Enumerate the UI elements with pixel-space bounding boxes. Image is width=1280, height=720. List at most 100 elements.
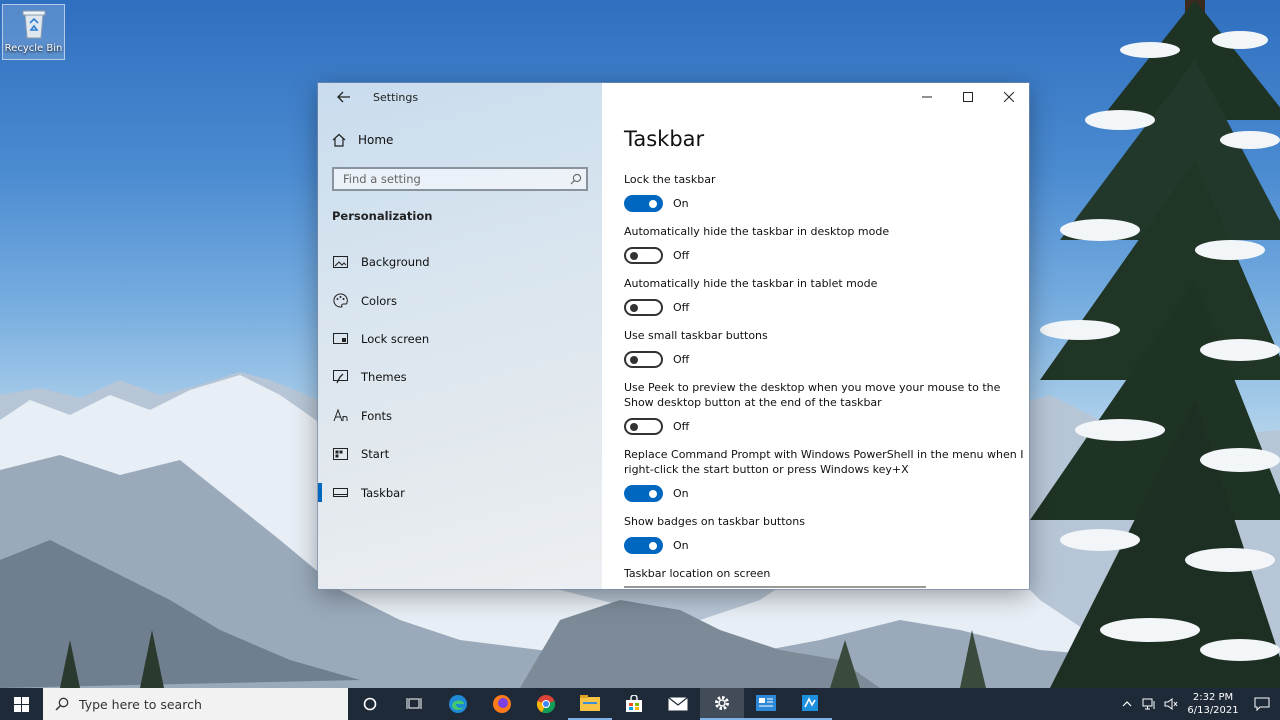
chrome-button[interactable] <box>524 688 568 720</box>
mail-button[interactable] <box>656 688 700 720</box>
back-arrow-icon <box>337 91 350 103</box>
toggle-state: On <box>673 487 689 500</box>
setting-autohide-desktop: Automatically hide the taskbar in deskto… <box>624 224 1024 264</box>
autohide-tablet-toggle[interactable] <box>624 299 663 316</box>
setting-label: Automatically hide the taskbar in deskto… <box>624 225 890 238</box>
nav-item-fonts[interactable]: Fonts <box>318 397 602 435</box>
nav-item-taskbar[interactable]: Taskbar <box>318 473 602 511</box>
file-explorer-button[interactable] <box>568 688 612 720</box>
taskbar-clock[interactable]: 2:32 PM 6/13/2021 <box>1182 691 1244 717</box>
powershell-toggle[interactable] <box>624 485 663 502</box>
firefox-button[interactable] <box>480 688 524 720</box>
toggle-state: Off <box>673 420 690 433</box>
setting-label: Show badges on taskbar buttons <box>624 515 805 528</box>
search-icon <box>566 173 586 185</box>
back-button[interactable] <box>332 87 356 107</box>
taskbar: Type here to search 2:32 PM 6/13/2021 <box>0 688 1280 720</box>
nav-item-label: Lock screen <box>361 331 430 346</box>
setting-small-buttons: Use small taskbar buttons Off <box>624 328 1024 368</box>
show-hidden-icons-button[interactable] <box>1116 688 1138 720</box>
taskbar-icon <box>332 485 348 501</box>
nav-item-label: Colors <box>361 293 398 308</box>
badges-toggle[interactable] <box>624 537 663 554</box>
recycle-bin-label: Recycle Bin <box>4 43 63 54</box>
setting-label: Taskbar location on screen <box>624 567 771 580</box>
autohide-desktop-toggle[interactable] <box>624 247 663 264</box>
chrome-icon <box>536 695 556 714</box>
toggle-state: On <box>673 197 689 210</box>
nav-home-label: Home <box>358 133 394 147</box>
page-title: Taskbar <box>624 127 705 151</box>
brush-icon <box>332 369 348 385</box>
app-button-1[interactable] <box>744 688 788 720</box>
task-view-button[interactable] <box>392 688 436 720</box>
close-button[interactable] <box>988 83 1029 111</box>
maximize-button[interactable] <box>947 83 988 111</box>
store-button[interactable] <box>612 688 656 720</box>
edge-button[interactable] <box>436 688 480 720</box>
volume-muted-icon <box>1164 698 1178 710</box>
setting-badges: Show badges on taskbar buttons On <box>624 514 1024 554</box>
network-icon <box>1142 698 1155 710</box>
recycle-bin-icon <box>22 10 45 39</box>
mail-icon <box>668 697 688 711</box>
start-button[interactable] <box>0 688 43 720</box>
nav-item-background[interactable]: Background <box>318 243 602 281</box>
network-button[interactable] <box>1138 688 1160 720</box>
home-icon <box>332 133 346 147</box>
setting-autohide-tablet: Automatically hide the taskbar in tablet… <box>624 276 1024 316</box>
notification-icon <box>1254 697 1270 711</box>
nav-item-lock-screen[interactable]: Lock screen <box>318 320 602 358</box>
nav-section-heading: Personalization <box>332 209 433 223</box>
recycle-bin[interactable]: Recycle Bin <box>2 4 65 60</box>
taskbar-search-placeholder: Type here to search <box>79 696 202 712</box>
font-icon <box>332 408 348 424</box>
nav-item-label: Start <box>361 447 390 462</box>
toggle-state: On <box>673 539 689 552</box>
nav-item-start[interactable]: Start <box>318 435 602 473</box>
edge-icon <box>449 695 467 713</box>
file-explorer-icon <box>580 695 600 711</box>
nav-home[interactable]: Home <box>332 133 393 147</box>
nav-item-label: Background <box>361 255 430 270</box>
lock-screen-icon <box>332 331 348 347</box>
settings-taskbar-button[interactable] <box>700 688 744 720</box>
setting-label: Lock the taskbar <box>624 173 716 186</box>
app-icon-2 <box>802 695 818 711</box>
toggle-state: Off <box>673 249 690 262</box>
action-center-button[interactable] <box>1244 688 1280 720</box>
cortana-icon <box>363 697 377 711</box>
find-setting-placeholder: Find a setting <box>343 172 421 186</box>
minimize-button[interactable] <box>906 83 947 111</box>
nav-item-themes[interactable]: Themes <box>318 358 602 396</box>
window-caption-buttons <box>906 83 1029 111</box>
taskbar-search-box[interactable]: Type here to search <box>43 688 348 720</box>
cortana-button[interactable] <box>348 688 392 720</box>
maximize-icon <box>962 92 973 102</box>
clock-date: 6/13/2021 <box>1187 705 1239 716</box>
peek-toggle[interactable] <box>624 418 663 435</box>
system-tray: 2:32 PM 6/13/2021 <box>1116 688 1280 720</box>
find-setting-input[interactable]: Find a setting <box>332 167 588 191</box>
setting-location: Taskbar location on screen <box>624 566 1024 581</box>
start-tiles-icon <box>332 446 348 462</box>
search-icon <box>55 697 69 711</box>
settings-nav-pane: Settings Home Find a setting Personaliza… <box>318 83 602 589</box>
taskbar-location-dropdown[interactable] <box>624 586 926 589</box>
small-buttons-toggle[interactable] <box>624 351 663 368</box>
store-icon <box>626 695 642 712</box>
setting-label: Use Peek to preview the desktop when you… <box>624 381 1001 409</box>
settings-window: Settings Home Find a setting Personaliza… <box>318 83 1029 589</box>
setting-peek: Use Peek to preview the desktop when you… <box>624 380 1024 435</box>
nav-item-label: Fonts <box>361 408 393 423</box>
lock-taskbar-toggle[interactable] <box>624 195 663 212</box>
nav-item-colors[interactable]: Colors <box>318 281 602 319</box>
minimize-icon <box>921 96 932 98</box>
app-button-2[interactable] <box>788 688 832 720</box>
setting-label: Use small taskbar buttons <box>624 329 768 342</box>
volume-button[interactable] <box>1160 688 1182 720</box>
firefox-icon <box>493 695 511 713</box>
app-icon-1 <box>756 695 776 711</box>
toggle-state: Off <box>673 353 690 366</box>
windows-logo-icon <box>14 696 29 712</box>
